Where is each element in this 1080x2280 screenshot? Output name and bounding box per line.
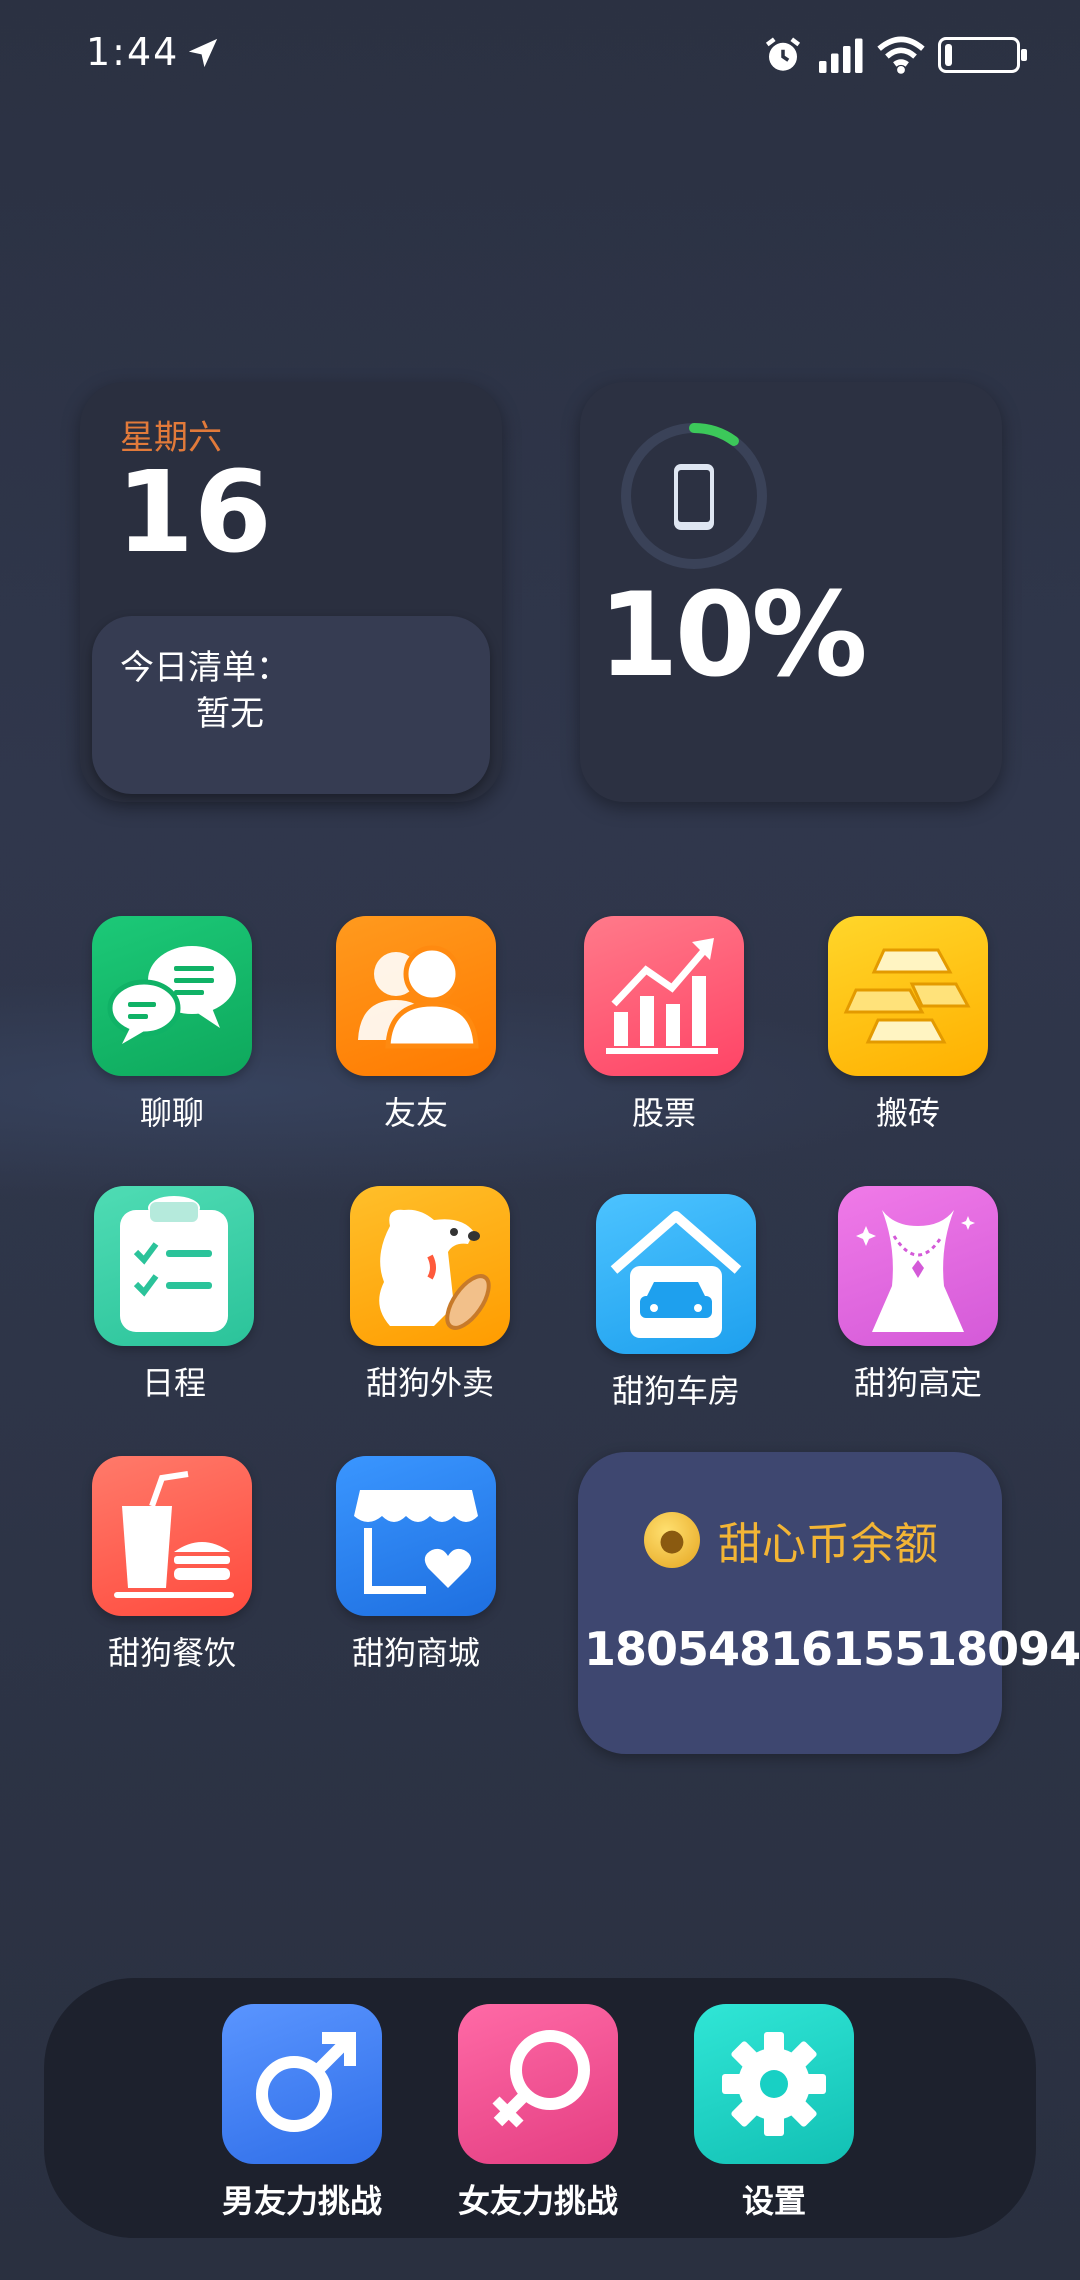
female-symbol-icon <box>458 2004 618 2164</box>
friends-icon <box>336 916 496 1076</box>
status-icons <box>762 34 1027 76</box>
dock-app-settings[interactable]: 设置 <box>664 2004 884 2222</box>
app-gupiao[interactable]: 股票 <box>564 916 764 1134</box>
dock-label: 男友力挑战 <box>221 2182 382 2220</box>
dock-label: 设置 <box>741 2182 806 2220</box>
paw-coin-icon: ● <box>644 1512 700 1568</box>
necklace-icon <box>838 1186 998 1346</box>
day-number: 16 <box>116 448 272 578</box>
app-tiangou-shangcheng[interactable]: 甜狗商城 <box>316 1456 516 1674</box>
battery-ring <box>621 423 767 569</box>
todo-value: 暂无 <box>196 694 264 734</box>
status-bar: 1:44 <box>0 0 1080 110</box>
app-label: 甜狗餐饮 <box>107 1634 236 1672</box>
battery-widget[interactable]: 10% <box>580 382 1002 802</box>
status-time: 1:44 <box>86 30 180 74</box>
app-banzhuan[interactable]: 搬砖 <box>808 916 1008 1134</box>
app-tiangou-gaoding[interactable]: 甜狗高定 <box>818 1186 1018 1404</box>
app-label: 甜狗商城 <box>351 1634 480 1672</box>
battery-fill <box>945 44 952 66</box>
battery-indicator <box>938 37 1027 73</box>
wifi-icon <box>877 36 925 74</box>
app-tiangou-waimai[interactable]: 甜狗外卖 <box>330 1186 530 1404</box>
chat-icon <box>92 916 252 1076</box>
app-youyou[interactable]: 友友 <box>316 916 516 1134</box>
dock: 男友力挑战 女友力挑战 设置 <box>44 1978 1036 2238</box>
phone-icon <box>674 464 714 530</box>
house-car-icon <box>596 1194 756 1354</box>
stock-chart-icon <box>584 916 744 1076</box>
signal-icon <box>819 38 863 73</box>
alarm-icon <box>765 37 801 71</box>
battery-percent: 10% <box>598 568 868 703</box>
clipboard-checklist-icon <box>94 1186 254 1346</box>
coin-balance-value: 18054816155180948 <box>584 1622 1080 1676</box>
dog-icon <box>350 1186 510 1346</box>
gear-icon <box>694 2004 854 2164</box>
date-widget[interactable]: 星期六 16 今日清单： 暂无 <box>80 382 502 802</box>
app-label: 甜狗外卖 <box>365 1364 494 1402</box>
dock-label: 女友力挑战 <box>457 2182 618 2220</box>
dock-app-boyfriend-challenge[interactable]: 男友力挑战 <box>192 2004 412 2222</box>
app-tiangou-canyin[interactable]: 甜狗餐饮 <box>72 1456 272 1674</box>
dock-app-girlfriend-challenge[interactable]: 女友力挑战 <box>428 2004 648 2222</box>
todo-label: 今日清单： <box>120 648 290 688</box>
app-label: 日程 <box>141 1364 206 1402</box>
gold-bars-icon <box>828 916 988 1076</box>
app-tiangou-chefang[interactable]: 甜狗车房 <box>576 1194 776 1412</box>
app-label: 股票 <box>631 1094 696 1132</box>
store-heart-icon <box>336 1456 496 1616</box>
app-label: 甜狗高定 <box>853 1364 982 1402</box>
drink-burger-icon <box>92 1456 252 1616</box>
male-symbol-icon <box>222 2004 382 2164</box>
coin-balance-label: 甜心币余额 <box>718 1519 938 1570</box>
app-label: 聊聊 <box>139 1094 204 1132</box>
coin-balance-widget[interactable]: ● 甜心币余额 18054816155180948 <box>578 1452 1080 1754</box>
app-label: 搬砖 <box>875 1094 940 1132</box>
app-label: 甜狗车房 <box>611 1372 740 1410</box>
app-liaoliao[interactable]: 聊聊 <box>72 916 272 1134</box>
location-arrow-icon <box>188 38 218 68</box>
app-richeng[interactable]: 日程 <box>74 1186 274 1404</box>
app-label: 友友 <box>383 1094 448 1132</box>
todo-box[interactable]: 今日清单： 暂无 <box>92 616 490 794</box>
